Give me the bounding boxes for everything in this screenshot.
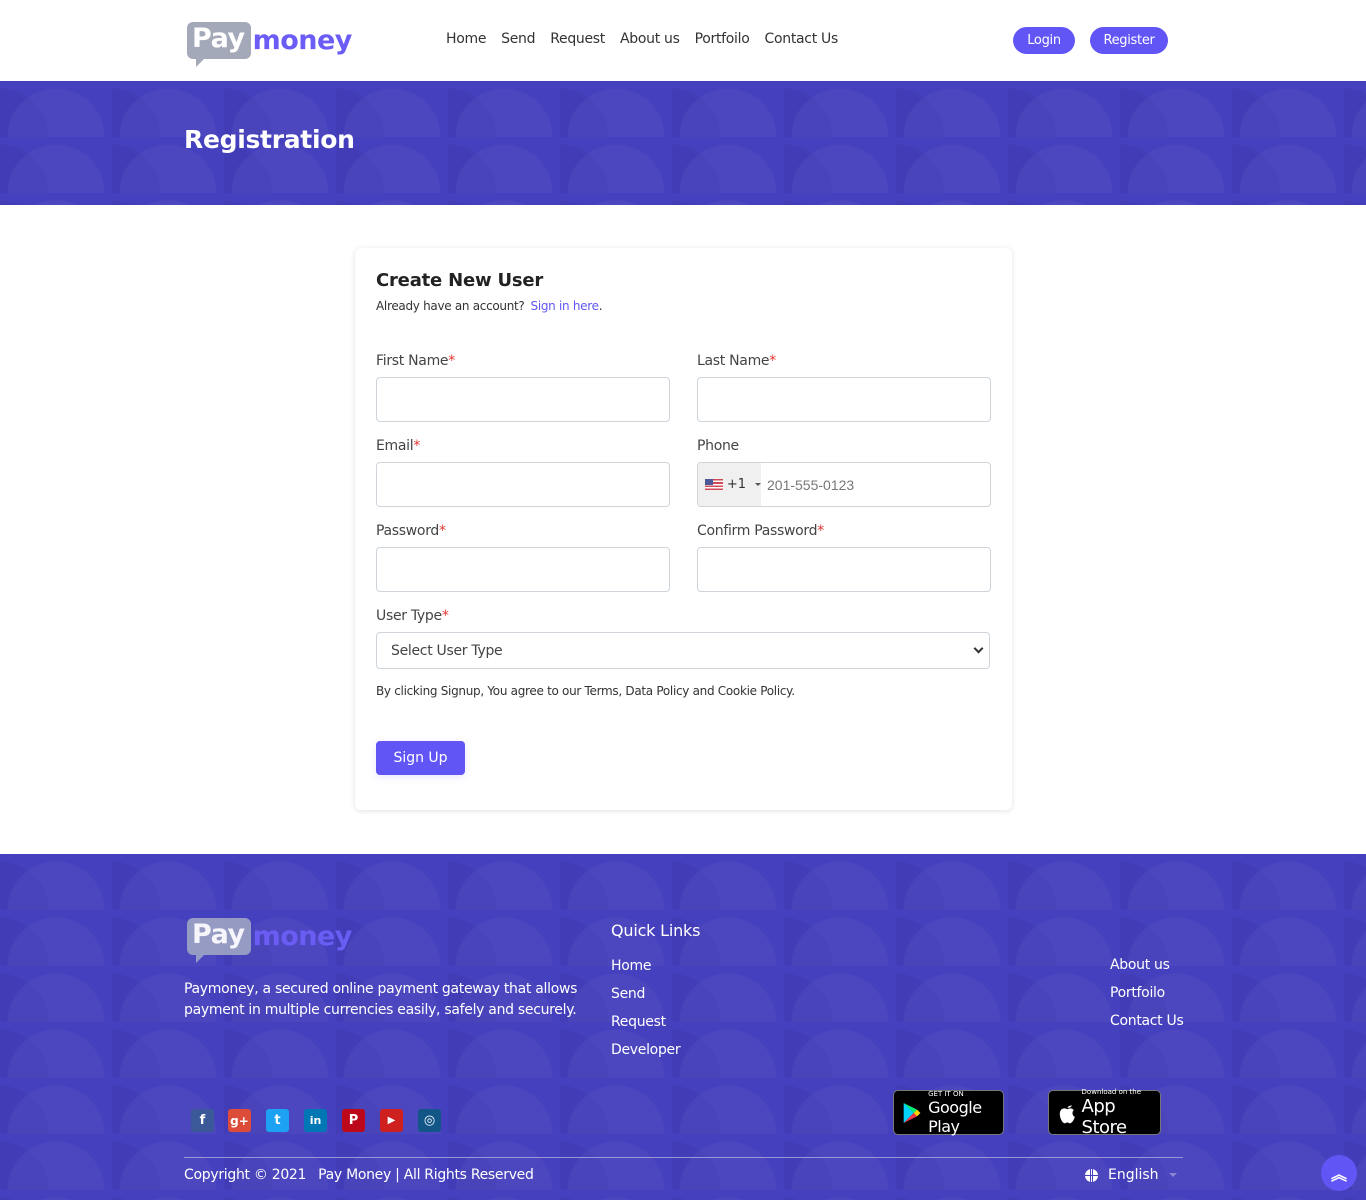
google-plus-icon[interactable]: g+: [228, 1109, 251, 1132]
phone-label-text: Phone: [697, 438, 739, 454]
scroll-to-top-button[interactable]: ︽: [1321, 1155, 1357, 1191]
last-name-field[interactable]: [697, 377, 991, 422]
app-store-badge[interactable]: Download on the App Store: [1048, 1087, 1161, 1138]
first-name-label-text: First Name: [376, 353, 449, 369]
pinterest-icon[interactable]: P: [342, 1109, 365, 1132]
youtube-icon[interactable]: ▶: [380, 1109, 403, 1132]
user-type-label-text: User Type: [376, 608, 442, 624]
user-type-select[interactable]: Select User Type: [376, 632, 990, 669]
language-selector[interactable]: English: [1085, 1167, 1177, 1183]
password-label: Password*: [376, 523, 446, 539]
user-type-label: User Type*: [376, 608, 449, 624]
signin-suffix: .: [598, 299, 603, 313]
footer-link-send[interactable]: Send: [611, 986, 645, 1002]
country-code: +1: [726, 477, 746, 492]
form-title: Create New User: [376, 270, 544, 291]
copyright-text: Copyright © 2021: [184, 1167, 307, 1183]
terms-text: By clicking Signup, You agree to our Ter…: [376, 684, 795, 698]
first-name-field[interactable]: [376, 377, 670, 422]
registration-card: Create New User Already have an account?…: [355, 248, 1012, 810]
page-title: Registration: [184, 125, 355, 154]
footer-link-contact-us[interactable]: Contact Us: [1110, 1013, 1184, 1029]
signin-prompt: Already have an account? Sign in here.: [376, 299, 602, 313]
password-field[interactable]: [376, 547, 670, 592]
caret-down-icon: [1168, 1173, 1177, 1177]
email-field[interactable]: [376, 462, 670, 507]
footer-divider: [184, 1157, 1183, 1158]
required-mark: *: [448, 353, 455, 369]
already-have-account-text: Already have an account?: [376, 299, 525, 313]
confirm-password-label-text: Confirm Password: [697, 523, 818, 539]
chevron-down-icon: [973, 643, 984, 654]
double-chevron-up-icon: ︽: [1330, 1165, 1347, 1184]
logo[interactable]: Pay money: [187, 22, 353, 67]
twitter-icon[interactable]: t: [266, 1109, 289, 1132]
password-input[interactable]: [377, 548, 669, 591]
footer-logo-pay: Pay: [187, 918, 251, 963]
app-store-small: Download on the: [1081, 1087, 1141, 1096]
footer-link-request[interactable]: Request: [611, 1014, 666, 1030]
footer-description: Paymoney, a secured online payment gatew…: [184, 981, 578, 1018]
footer-logo-money: money: [252, 921, 353, 952]
password-label-text: Password: [376, 523, 439, 539]
footer-link-developer[interactable]: Developer: [611, 1042, 681, 1058]
google-play-big: Google Play: [928, 1097, 982, 1136]
us-flag-icon: [705, 479, 723, 490]
footer-logo[interactable]: Pay money: [187, 918, 353, 963]
nav-contact-us[interactable]: Contact Us: [765, 31, 839, 47]
quick-links-title: Quick Links: [611, 921, 701, 940]
nav-portfolio[interactable]: Portfoilo: [695, 31, 750, 47]
confirm-password-input[interactable]: [698, 548, 990, 591]
confirm-password-field[interactable]: [697, 547, 991, 592]
confirm-password-label: Confirm Password*: [697, 523, 824, 539]
page-banner: Registration: [0, 81, 1366, 205]
google-play-icon: [903, 1102, 921, 1123]
last-name-input[interactable]: [698, 378, 990, 421]
phone-input[interactable]: [761, 463, 990, 506]
user-type-selected: Select User Type: [391, 642, 503, 659]
footer-link-portfolio[interactable]: Portfoilo: [1110, 985, 1165, 1001]
last-name-label: Last Name*: [697, 353, 776, 369]
email-input[interactable]: [377, 463, 669, 506]
required-mark: *: [439, 523, 446, 539]
phone-field[interactable]: +1: [697, 462, 991, 507]
google-play-badge[interactable]: GET IT ON Google Play: [893, 1089, 1004, 1136]
instagram-icon[interactable]: ◎: [418, 1109, 441, 1132]
first-name-label: First Name*: [376, 353, 455, 369]
google-play-small: GET IT ON: [928, 1089, 964, 1098]
required-mark: *: [413, 438, 421, 454]
apple-icon: [1059, 1105, 1075, 1123]
sign-in-link[interactable]: Sign in here: [531, 299, 599, 313]
country-code-selector[interactable]: +1: [698, 463, 761, 506]
login-button[interactable]: Login: [1013, 27, 1075, 54]
sign-up-button[interactable]: Sign Up: [376, 741, 465, 775]
nav-request[interactable]: Request: [550, 31, 605, 47]
email-label: Email*: [376, 438, 420, 454]
site-header: Pay money Home Send Request About us Por…: [0, 0, 1366, 81]
app-store-big: App Store: [1081, 1095, 1128, 1138]
last-name-label-text: Last Name: [697, 353, 770, 369]
nav-home[interactable]: Home: [446, 31, 486, 47]
phone-label: Phone: [697, 438, 739, 454]
nav-about-us[interactable]: About us: [620, 31, 680, 47]
main-nav: Home Send Request About us Portfoilo Con…: [446, 31, 853, 47]
email-label-text: Email: [376, 438, 414, 454]
rights-text: Pay Money | All Rights Reserved: [318, 1167, 534, 1183]
register-button[interactable]: Register: [1090, 27, 1168, 54]
logo-money: money: [252, 25, 353, 56]
required-mark: *: [817, 523, 824, 539]
facebook-icon[interactable]: f: [191, 1109, 214, 1132]
language-label: English: [1108, 1167, 1159, 1183]
logo-pay: Pay: [187, 22, 251, 67]
footer-link-about-us[interactable]: About us: [1110, 957, 1170, 973]
nav-send[interactable]: Send: [501, 31, 535, 47]
site-footer: Pay money Paymoney, a secured online pay…: [0, 854, 1366, 1200]
linkedin-icon[interactable]: in: [304, 1109, 327, 1132]
required-mark: *: [769, 353, 776, 369]
first-name-input[interactable]: [377, 378, 669, 421]
globe-icon: [1085, 1168, 1098, 1182]
footer-link-home[interactable]: Home: [611, 958, 651, 974]
required-mark: *: [441, 608, 449, 624]
copyright: Copyright © 2021 Pay Money | All Rights R…: [184, 1167, 534, 1183]
